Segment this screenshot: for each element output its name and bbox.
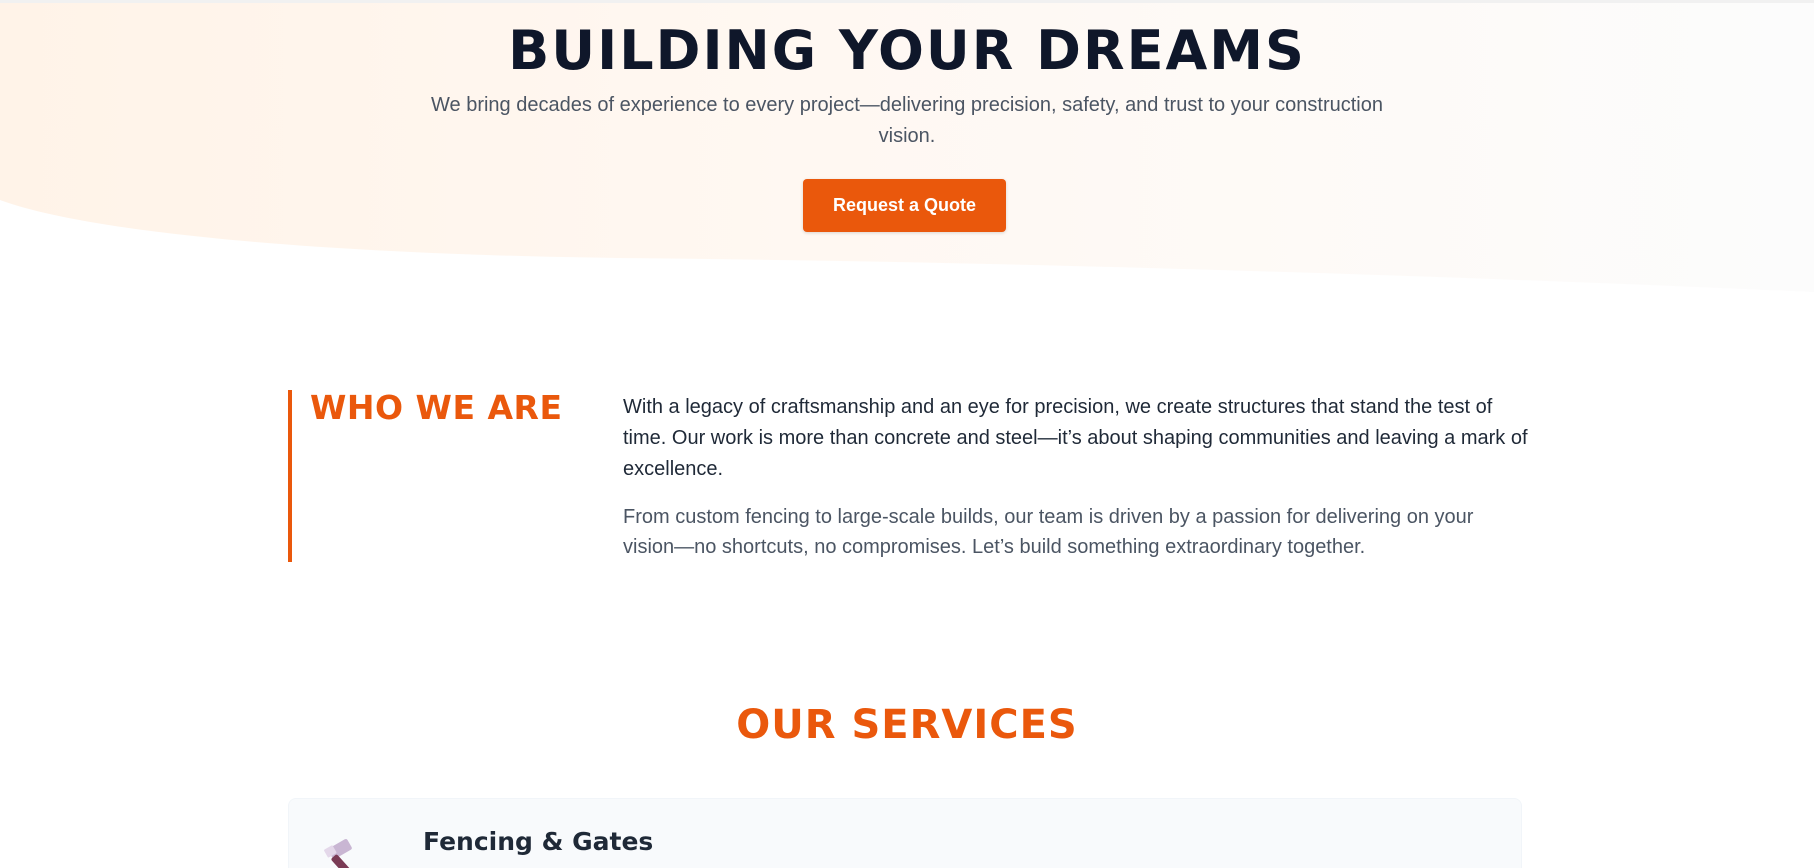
who-paragraph-1: With a legacy of craftsmanship and an ey…	[623, 396, 1528, 480]
service-name: Fencing & Gates	[423, 827, 654, 856]
request-quote-button[interactable]: Request a Quote	[803, 179, 1006, 232]
top-divider	[0, 0, 1814, 3]
hero-title: BUILDING YOUR DREAMS	[508, 19, 1306, 82]
services-heading: OUR SERVICES	[736, 702, 1078, 748]
service-card-fencing[interactable]: Fencing & Gates	[288, 798, 1522, 868]
hammer-icon	[324, 839, 355, 868]
who-paragraph-2: From custom fencing to large-scale build…	[623, 506, 1474, 558]
who-accent-bar	[288, 390, 292, 562]
who-we-are-heading: WHO WE ARE	[310, 388, 563, 427]
hero-subtitle: We bring decades of experience to every …	[431, 94, 1383, 147]
